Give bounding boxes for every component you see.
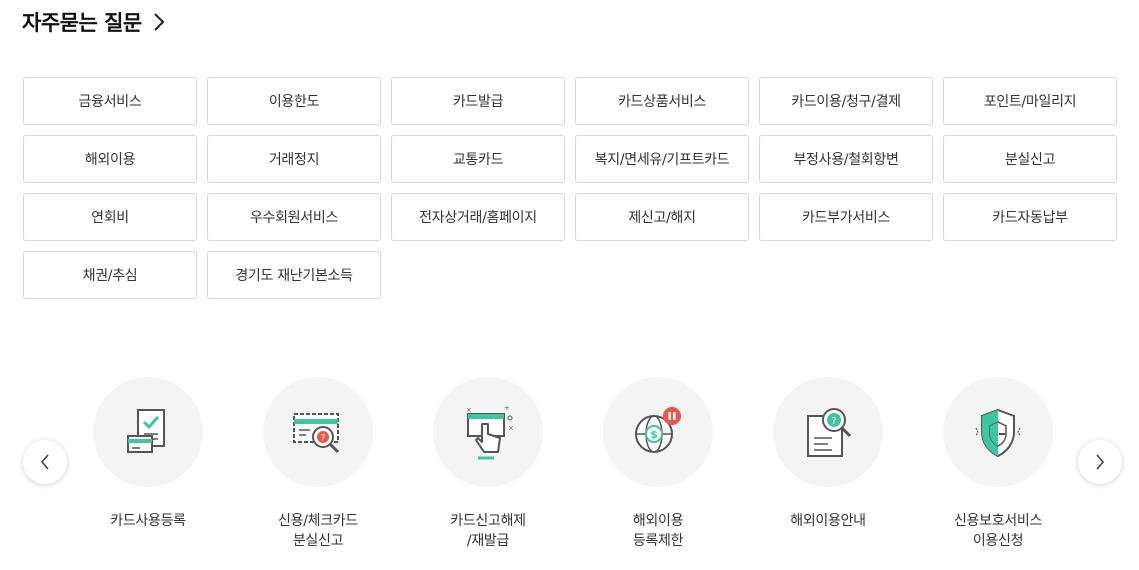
service-card-lost-report[interactable]: ? 신용/체크카드 분실신고	[233, 377, 403, 551]
overseas-restrict-icon: $	[635, 407, 681, 453]
svg-text:×: ×	[508, 424, 514, 432]
category-button[interactable]: 거래정지	[207, 135, 381, 183]
service-label: 해외이용 등록제한	[632, 513, 684, 549]
category-button[interactable]: 채권/추심	[23, 251, 197, 299]
service-label: 카드사용등록	[110, 513, 186, 529]
category-button[interactable]: 교통카드	[391, 135, 565, 183]
faq-category-grid: 금융서비스 이용한도 카드발급 카드상품서비스 카드이용/청구/결제 포인트/마…	[23, 77, 1117, 299]
svg-text:+: +	[504, 404, 510, 412]
category-button[interactable]: 이용한도	[207, 77, 381, 125]
category-button[interactable]: 카드이용/청구/결제	[759, 77, 933, 125]
service-icon-circle: ?	[773, 377, 883, 487]
card-lost-report-icon: ?	[293, 413, 340, 454]
category-button[interactable]: 복지/면세유/기프트카드	[575, 135, 749, 183]
svg-text:?: ?	[321, 434, 326, 444]
category-button[interactable]: 카드상품서비스	[575, 77, 749, 125]
service-overseas-restrict[interactable]: $ 해외이용 등록제한	[573, 377, 743, 551]
category-button[interactable]: 제신고/해지	[575, 193, 749, 241]
service-icon-circle: $	[603, 377, 713, 487]
category-button[interactable]: 경기도 재난기본소득	[207, 251, 381, 299]
category-button[interactable]: 부정사용/철회항변	[759, 135, 933, 183]
service-icon-circle: × + ×	[433, 377, 543, 487]
faq-title-link[interactable]: 자주묻는 질문	[22, 6, 166, 38]
carousel-next-button[interactable]	[1078, 440, 1122, 484]
service-icon-circle	[93, 377, 203, 487]
service-icon-circle	[943, 377, 1053, 487]
category-button[interactable]: 연회비	[23, 193, 197, 241]
chevron-right-icon	[154, 13, 165, 31]
service-credit-protect[interactable]: 신용보호서비스 이용신청	[913, 377, 1083, 551]
category-button[interactable]: 카드부가서비스	[759, 193, 933, 241]
category-button[interactable]: 포인트/마일리지	[943, 77, 1117, 125]
service-icon-circle: ?	[263, 377, 373, 487]
category-button[interactable]: 전자상거래/홈페이지	[391, 193, 565, 241]
service-overseas-guide[interactable]: ? 해외이용안내	[743, 377, 913, 531]
category-button[interactable]: 카드자동납부	[943, 193, 1117, 241]
overseas-guide-icon: ?	[807, 408, 852, 457]
category-button[interactable]: 우수회원서비스	[207, 193, 381, 241]
page-title: 자주묻는 질문	[22, 11, 142, 35]
service-card-register[interactable]: 카드사용등록	[63, 377, 233, 531]
category-button[interactable]: 카드발급	[391, 77, 565, 125]
service-card-unblock[interactable]: × + × 카드신고해제 /재발급	[403, 377, 573, 551]
service-label: 신용보호서비스 이용신청	[953, 513, 1043, 549]
credit-protect-icon	[975, 408, 1021, 458]
carousel-prev-button[interactable]	[23, 440, 67, 484]
quick-service-carousel: 카드사용등록 ? 신용/체크카드 분실신고 × + × 카드신고해제 /재발급 …	[0, 372, 1139, 570]
chevron-right-icon	[1096, 454, 1105, 470]
service-label: 신용/체크카드 분실신고	[278, 513, 358, 549]
service-label: 카드신고해제 /재발급	[450, 513, 526, 549]
card-unblock-icon: × + ×	[466, 404, 514, 460]
category-button[interactable]: 금융서비스	[23, 77, 197, 125]
category-button[interactable]: 분실신고	[943, 135, 1117, 183]
card-register-icon	[127, 409, 165, 453]
category-button[interactable]: 해외이용	[23, 135, 197, 183]
svg-text:×: ×	[466, 406, 472, 414]
chevron-left-icon	[40, 454, 49, 470]
svg-text:$: $	[650, 428, 658, 441]
service-label: 해외이용안내	[790, 513, 866, 529]
svg-text:?: ?	[831, 416, 836, 427]
